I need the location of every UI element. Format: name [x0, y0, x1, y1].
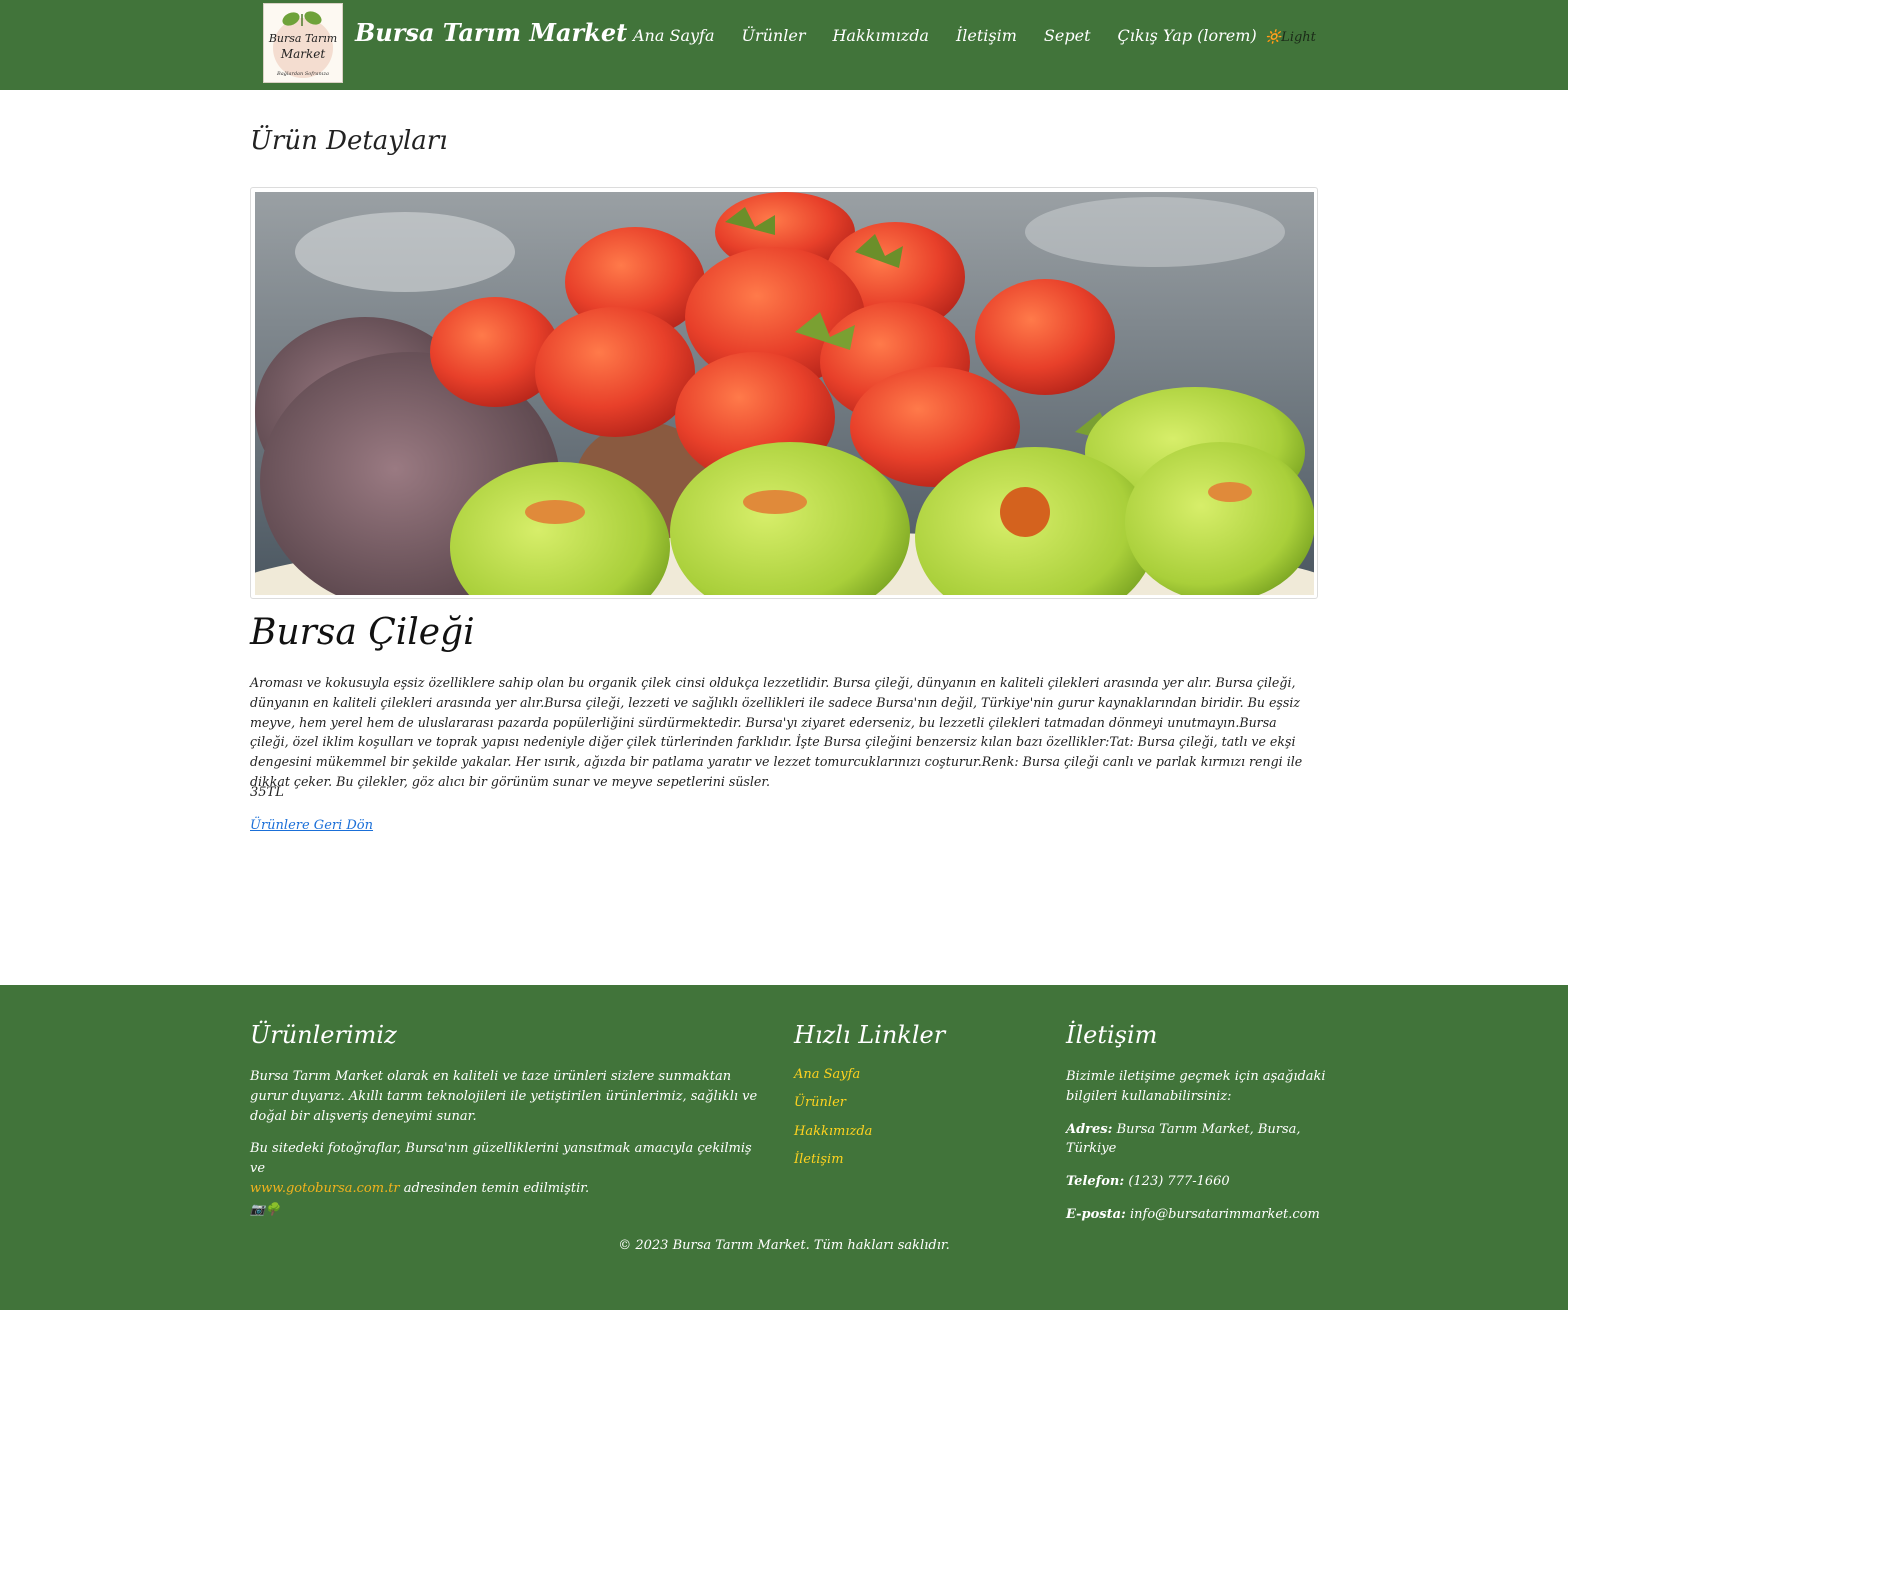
- footer-contact-section: İletişim Bizimle iletişime geçmek için a…: [1066, 1021, 1326, 1238]
- page-title: Ürün Detayları: [250, 126, 448, 156]
- footer-quick-links: Hızlı Linkler Ana Sayfa Ürünler Hakkımız…: [794, 1021, 1034, 1181]
- phone-label: Telefon:: [1066, 1174, 1125, 1190]
- footer-link-products[interactable]: Ürünler: [794, 1095, 1034, 1110]
- email-value: info@bursatarimmarket.com: [1130, 1206, 1320, 1222]
- site-footer: Ürünlerimiz Bursa Tarım Market olarak en…: [0, 985, 1568, 1310]
- camera-tree-icons: 📷🌳: [250, 1201, 280, 1216]
- theme-toggle-button[interactable]: 🔆Light: [1265, 30, 1316, 45]
- site-header: Bursa Tarım Market Bağlardan Sofranıza B…: [0, 0, 1568, 90]
- logo-line2: Market: [280, 47, 326, 61]
- footer-quick-links-title: Hızlı Linkler: [794, 1021, 946, 1049]
- back-to-products-link[interactable]: Ürünlere Geri Dön: [250, 818, 373, 833]
- footer-address: Adres: Bursa Tarım Market, Bursa, Türkiy…: [1066, 1120, 1326, 1160]
- product-price: 35TL: [250, 785, 284, 800]
- address-label: Adres:: [1066, 1121, 1113, 1137]
- nav-home[interactable]: Ana Sayfa: [633, 26, 714, 45]
- footer-link-contact[interactable]: İletişim: [794, 1152, 1034, 1167]
- copyright-text: © 2023 Bursa Tarım Market. Tüm hakları s…: [618, 1238, 950, 1253]
- product-image-frame: [250, 187, 1318, 599]
- main-nav: Ana Sayfa Ürünler Hakkımızda İletişim Se…: [633, 26, 1284, 45]
- email-label: E-posta:: [1066, 1206, 1126, 1222]
- footer-credits-text: Bu sitedeki fotoğraflar, Bursa'nın güzel…: [250, 1139, 770, 1198]
- phone-value: (123) 777-1660: [1128, 1174, 1230, 1190]
- footer-products-title: Ürünlerimiz: [250, 1021, 397, 1049]
- product-name: Bursa Çileği: [250, 612, 475, 653]
- product-image: [255, 192, 1314, 595]
- footer-contact-title: İletişim: [1066, 1021, 1158, 1049]
- footer-products-text: Bursa Tarım Market olarak en kaliteli ve…: [250, 1069, 758, 1124]
- nav-contact[interactable]: İletişim: [956, 26, 1017, 45]
- product-description: Aroması ve kokusuyla eşsiz özelliklere s…: [250, 675, 1303, 789]
- footer-contact-intro: Bizimle iletişime geçmek için aşağıdaki …: [1066, 1069, 1326, 1104]
- footer-products-section: Ürünlerimiz Bursa Tarım Market olarak en…: [250, 1021, 770, 1216]
- footer-credits-after: adresinden temin edilmiştir.: [403, 1180, 590, 1196]
- nav-logout[interactable]: Çıkış Yap (lorem): [1118, 26, 1257, 45]
- brand-title[interactable]: Bursa Tarım Market: [355, 18, 627, 47]
- nav-cart[interactable]: Sepet: [1044, 26, 1091, 45]
- logo-line1: Bursa Tarım: [268, 32, 337, 45]
- site-logo[interactable]: Bursa Tarım Market Bağlardan Sofranıza: [263, 3, 343, 83]
- nav-about[interactable]: Hakkımızda: [832, 26, 929, 45]
- logo-tagline: Bağlardan Sofranıza: [276, 70, 329, 77]
- logo-image: Bursa Tarım Market Bağlardan Sofranıza: [268, 11, 337, 78]
- footer-link-home[interactable]: Ana Sayfa: [794, 1067, 1034, 1082]
- footer-phone: Telefon: (123) 777-1660: [1066, 1172, 1326, 1192]
- gotobursa-link[interactable]: www.gotobursa.com.tr: [250, 1181, 400, 1196]
- footer-credits-before: Bu sitedeki fotoğraflar, Bursa'nın güzel…: [250, 1141, 752, 1177]
- footer-email: E-posta: info@bursatarimmarket.com: [1066, 1205, 1326, 1225]
- footer-link-about[interactable]: Hakkımızda: [794, 1124, 1034, 1139]
- nav-products[interactable]: Ürünler: [741, 26, 805, 45]
